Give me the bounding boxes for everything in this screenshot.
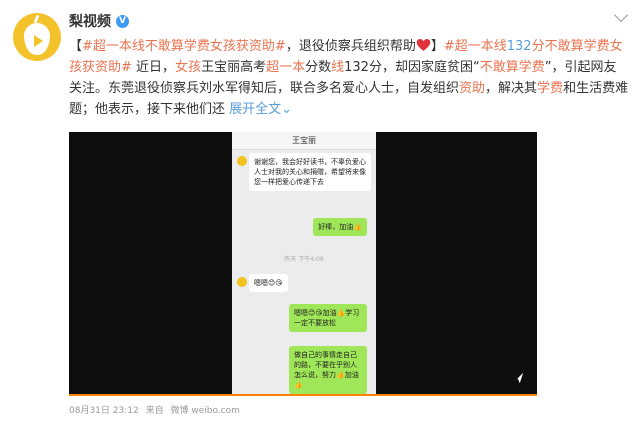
- text-segment: 】: [430, 39, 444, 54]
- post-date[interactable]: 08月31日 23:12: [69, 406, 139, 416]
- keyword-link[interactable]: 学费: [537, 81, 563, 96]
- play-triangle-icon: [34, 35, 43, 47]
- text-segment: 王宝丽高考: [201, 60, 267, 75]
- text-segment: ，退役侦察兵组织帮助: [285, 39, 416, 54]
- post-footer: 08月31日 23:12 来自 微博 weibo.com: [69, 403, 244, 416]
- text-segment: 132分，却因家庭贫困“: [344, 60, 480, 75]
- verified-badge-icon: V: [116, 14, 129, 28]
- chat-message-outgoing: 好棒，加油👍: [313, 218, 367, 236]
- text-segment: 【: [69, 39, 83, 54]
- text-segment: 近日，: [131, 60, 176, 75]
- chat-message-outgoing: 做自己的事情走自己的路，不要在乎别人怎么说，努力👍加油👍: [289, 346, 367, 394]
- contact-avatar-icon: [237, 277, 247, 287]
- chat-message-incoming: 谢谢您，我会好好读书，不辜负爱心人士对我的关心和捐赠，希望将来像您一样把爱心传递…: [249, 153, 371, 191]
- contact-avatar-icon: [237, 156, 247, 166]
- hashtag-link[interactable]: #超一本线不敢算学费女孩获资助#: [82, 39, 286, 54]
- source-label: 来自: [145, 406, 164, 416]
- account-avatar[interactable]: [13, 13, 61, 61]
- keyword-link[interactable]: 不敢算学费: [480, 60, 545, 75]
- video-player[interactable]: 王宝丽 谢谢您，我会好好读书，不辜负爱心人士对我的关心和捐赠，希望将来像您一样把…: [69, 132, 537, 396]
- pear-logo-icon: [24, 23, 50, 55]
- account-name[interactable]: 梨视频: [69, 11, 111, 31]
- keyword-link[interactable]: 超一本: [266, 60, 305, 75]
- play-button-icon[interactable]: [511, 371, 525, 385]
- chevron-down-icon: ⌄: [281, 102, 293, 117]
- hashtag-number: 132: [506, 39, 532, 54]
- heart-icon: [416, 39, 431, 51]
- text-segment: ，解决其: [485, 81, 538, 96]
- chat-screenshot: 王宝丽 谢谢您，我会好好读书，不辜负爱心人士对我的关心和捐赠，希望将来像您一样把…: [232, 132, 376, 396]
- chevron-down-icon[interactable]: [613, 7, 629, 23]
- keyword-link[interactable]: 资助: [459, 81, 485, 96]
- video-progress-bar[interactable]: [69, 394, 537, 396]
- chat-contact-name: 王宝丽: [232, 132, 376, 150]
- expand-label: 展开全文: [229, 102, 282, 117]
- text-segment: 分数: [305, 60, 332, 75]
- expand-full-text-link[interactable]: 展开全文⌄: [229, 102, 292, 117]
- keyword-link[interactable]: 女孩: [175, 60, 201, 75]
- chat-message-incoming: 嗯嗯😊😘: [249, 274, 288, 292]
- keyword-link[interactable]: 线: [331, 60, 344, 75]
- post-text: 【#超一本线不敢算学费女孩获资助#，退役侦察兵组织帮助 】#超一本线132分不敢算…: [69, 36, 629, 120]
- source-link[interactable]: 微博 weibo.com: [170, 406, 239, 416]
- post-header: 梨视频 V: [69, 11, 129, 31]
- chat-timestamp: 昨天 下午4:08: [284, 256, 324, 263]
- chat-message-outgoing: 嗯嗯😊😘加油👍学习一定不要放松: [289, 304, 367, 332]
- hashtag-part: #超一本线: [443, 39, 507, 54]
